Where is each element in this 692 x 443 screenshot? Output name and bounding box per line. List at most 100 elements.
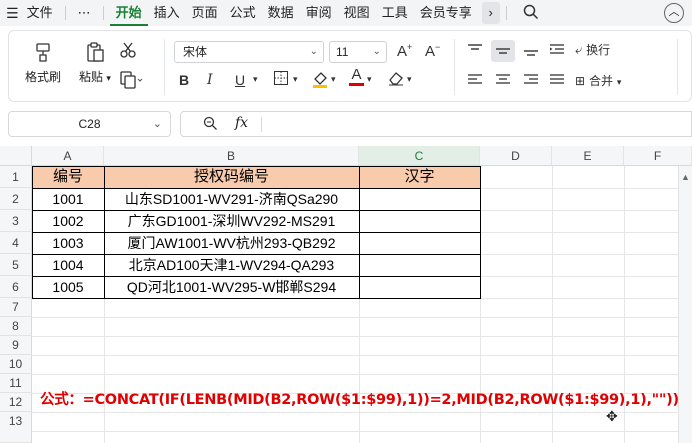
column-header-d[interactable]: D bbox=[480, 146, 552, 166]
gridline bbox=[359, 298, 360, 443]
move-cursor-icon: ✥ bbox=[606, 408, 618, 424]
wrap-text-button[interactable]: ⤶ 换行 bbox=[575, 41, 610, 58]
tab-formula[interactable]: 公式 bbox=[224, 0, 262, 26]
formula-note: 公式：=CONCAT(IF(LENB(MID(B2,ROW($1:$99),1)… bbox=[40, 392, 679, 408]
gridline bbox=[32, 336, 692, 337]
paste-button[interactable]: 粘贴 ▾ bbox=[73, 41, 117, 85]
row-header[interactable]: 1 bbox=[0, 166, 32, 188]
row-header[interactable]: 4 bbox=[0, 232, 32, 254]
menu-divider bbox=[64, 6, 66, 20]
font-size-value: 11 bbox=[336, 45, 349, 59]
paste-icon bbox=[73, 41, 117, 66]
font-color-icon[interactable]: A bbox=[349, 67, 364, 86]
borders-icon[interactable] bbox=[273, 70, 289, 89]
more-icon[interactable]: ⋯ bbox=[72, 0, 97, 26]
row-header[interactable]: 11 bbox=[0, 374, 32, 393]
gridline bbox=[32, 412, 692, 413]
chevron-down-icon: ⌄ bbox=[309, 46, 318, 57]
merge-cells-button[interactable]: ⊞ 合并 ▾ bbox=[575, 72, 621, 89]
table-border bbox=[32, 210, 480, 211]
scroll-up-icon[interactable]: ▲ bbox=[681, 172, 690, 182]
tab-tools[interactable]: 工具 bbox=[376, 0, 414, 26]
row-header[interactable]: 9 bbox=[0, 336, 32, 355]
menu-bar: ☰ 文件 ⋯ 开始 插入 页面 公式 数据 审阅 视图 工具 会员专享 › ︿ bbox=[0, 0, 692, 26]
align-left-icon[interactable] bbox=[467, 73, 483, 90]
chevron-down-icon[interactable]: ▾ bbox=[367, 74, 372, 85]
ribbon-divider bbox=[164, 39, 165, 95]
fx-icon[interactable]: fx bbox=[235, 115, 248, 131]
bold-icon[interactable]: B bbox=[179, 72, 189, 88]
row-header[interactable]: 8 bbox=[0, 317, 32, 336]
chevron-down-icon[interactable]: ▾ bbox=[293, 74, 298, 85]
row-header[interactable]: 2 bbox=[0, 188, 32, 210]
fill-color-icon[interactable] bbox=[311, 69, 329, 92]
column-header-f[interactable]: F bbox=[624, 146, 692, 166]
tab-review[interactable]: 审阅 bbox=[300, 0, 338, 26]
paste-label: 粘贴 ▾ bbox=[79, 70, 111, 84]
column-header-e[interactable]: E bbox=[552, 146, 624, 166]
row-header[interactable]: 5 bbox=[0, 254, 32, 276]
align-top-icon[interactable] bbox=[467, 43, 483, 60]
chevron-down-icon[interactable]: ▾ bbox=[253, 74, 258, 85]
clear-format-icon[interactable] bbox=[387, 70, 405, 89]
row-header[interactable]: 12 bbox=[0, 393, 32, 412]
hamburger-icon[interactable]: ☰ bbox=[0, 0, 21, 26]
tab-view[interactable]: 视图 bbox=[338, 0, 376, 26]
align-bottom-icon[interactable] bbox=[523, 43, 539, 60]
format-painter-button[interactable]: 格式刷 bbox=[23, 41, 63, 85]
row-header[interactable]: 7 bbox=[0, 298, 32, 317]
copy-icon[interactable] bbox=[119, 71, 143, 92]
zoom-icon[interactable] bbox=[203, 116, 218, 134]
gridline bbox=[480, 254, 692, 255]
formula-bar: fx bbox=[180, 111, 692, 137]
gridline bbox=[480, 188, 692, 189]
underline-icon[interactable]: U bbox=[235, 72, 245, 88]
increase-font-icon[interactable]: A+ bbox=[397, 42, 412, 60]
tab-page[interactable]: 页面 bbox=[186, 0, 224, 26]
column-header-c[interactable]: C bbox=[359, 146, 480, 166]
row-header[interactable]: 3 bbox=[0, 210, 32, 232]
gridline bbox=[480, 298, 692, 299]
distribute-icon[interactable] bbox=[549, 73, 565, 90]
chevron-down-icon: ▾ bbox=[616, 77, 622, 87]
row-header[interactable]: 13 bbox=[0, 412, 32, 443]
tabs-overflow-button[interactable]: › bbox=[481, 2, 500, 24]
chevron-down-icon[interactable]: ▾ bbox=[407, 74, 412, 85]
wrap-text-label: 换行 bbox=[586, 43, 611, 57]
font-name-select[interactable]: 宋体 ⌄ bbox=[174, 41, 324, 63]
ribbon-divider bbox=[454, 39, 455, 95]
formula-divider bbox=[261, 117, 262, 132]
collapse-ribbon-icon[interactable]: ︿ bbox=[664, 3, 684, 23]
font-size-select[interactable]: 11 ⌄ bbox=[329, 41, 387, 63]
ribbon-divider bbox=[677, 39, 678, 95]
tab-insert[interactable]: 插入 bbox=[148, 0, 186, 26]
column-header-a[interactable]: A bbox=[32, 146, 104, 166]
tab-home[interactable]: 开始 bbox=[109, 0, 148, 26]
row-header[interactable]: 6 bbox=[0, 276, 32, 298]
align-middle-icon[interactable] bbox=[491, 40, 515, 62]
vertical-scrollbar[interactable]: ▲ bbox=[678, 166, 692, 443]
column-header-b[interactable]: B bbox=[104, 146, 359, 166]
search-icon[interactable] bbox=[523, 4, 539, 23]
select-all-corner[interactable] bbox=[0, 146, 32, 166]
menu-file[interactable]: 文件 bbox=[21, 0, 59, 26]
gridline bbox=[32, 317, 692, 318]
decrease-font-icon[interactable]: A− bbox=[425, 42, 440, 60]
merge-cells-label: 合并 bbox=[588, 74, 613, 88]
merge-cells-icon: ⊞ bbox=[575, 74, 586, 88]
italic-icon[interactable]: I bbox=[207, 72, 213, 88]
row-header[interactable]: 10 bbox=[0, 355, 32, 374]
chevron-down-icon: ⌄ bbox=[152, 118, 162, 130]
align-right-icon[interactable] bbox=[523, 73, 539, 90]
align-center-icon[interactable] bbox=[495, 73, 511, 90]
gridline bbox=[480, 232, 692, 233]
menu-divider bbox=[102, 6, 104, 20]
table-border bbox=[32, 254, 480, 255]
font-name-value: 宋体 bbox=[183, 45, 208, 59]
cut-icon[interactable] bbox=[119, 41, 137, 62]
tab-data[interactable]: 数据 bbox=[262, 0, 300, 26]
name-box[interactable]: C28 ⌄ bbox=[8, 111, 171, 137]
indent-icon[interactable] bbox=[549, 43, 565, 60]
chevron-down-icon[interactable]: ▾ bbox=[331, 74, 336, 85]
tab-member[interactable]: 会员专享 bbox=[414, 0, 478, 26]
